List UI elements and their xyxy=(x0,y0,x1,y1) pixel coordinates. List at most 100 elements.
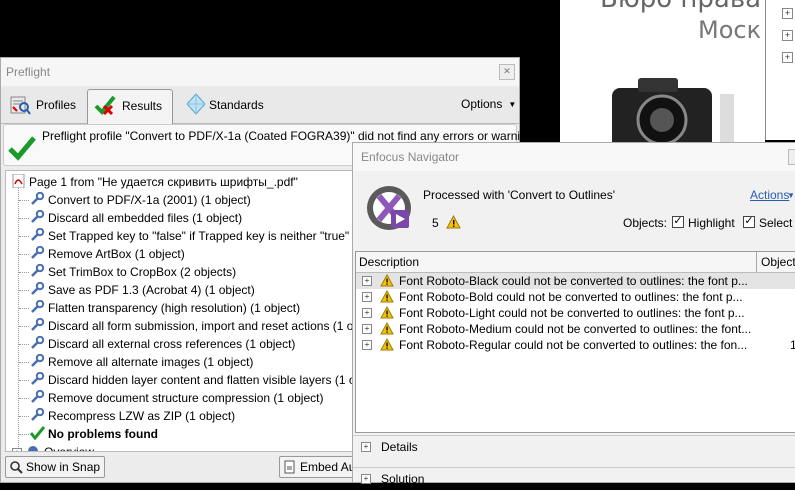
row-description: Font Roboto-Regular could not be convert… xyxy=(399,338,748,352)
tree-item[interactable]: Flatten transparency (high resolution) (… xyxy=(30,299,300,317)
triangle-down-icon[interactable]: ▼ xyxy=(787,191,795,200)
close-icon[interactable] xyxy=(788,149,795,165)
select-checkbox[interactable]: ✓ xyxy=(743,216,755,228)
details-label: Details xyxy=(381,440,418,454)
banner-text: Preflight profile "Convert to PDF/X-1a (… xyxy=(42,129,540,143)
tree-item-label: Remove all alternate images (1 object) xyxy=(48,355,254,369)
tree-item[interactable]: Discard all external cross references (1… xyxy=(30,335,295,353)
expand-icon[interactable]: + xyxy=(362,324,372,334)
expand-icon[interactable]: + xyxy=(361,474,371,484)
tree-item[interactable]: Set Trapped key to "false" if Trapped ke… xyxy=(30,227,407,245)
tab-profiles[interactable]: Profiles xyxy=(3,89,83,121)
tree-item-overview[interactable]: + Overview xyxy=(12,443,94,451)
warning-icon xyxy=(380,274,394,287)
tree-item-label: Set TrimBox to CropBox (2 objects) xyxy=(48,265,237,279)
details-section[interactable]: + Details xyxy=(353,435,795,458)
tree-guide xyxy=(19,272,29,273)
table-header: Description Objects xyxy=(356,252,795,273)
wrench-icon xyxy=(31,390,45,403)
preview-text-1: Бюро права xyxy=(600,0,761,14)
expand-icon[interactable]: + xyxy=(12,448,22,451)
table-row[interactable]: + Font Roboto-Regular could not be conver… xyxy=(356,337,795,353)
triangle-down-icon: ▼ xyxy=(508,100,517,110)
expand-icon[interactable]: + xyxy=(362,292,372,302)
highlight-checkbox[interactable]: ✓ xyxy=(672,216,684,228)
preview-text-2: Моск xyxy=(698,16,762,44)
tree-item[interactable]: Discard all form submission, import and … xyxy=(30,317,383,335)
expand-icon[interactable]: + xyxy=(782,30,793,41)
warning-icon xyxy=(380,338,394,351)
results-table: Description Objects + Font Roboto-Black c… xyxy=(355,251,795,433)
wrench-icon xyxy=(31,246,45,259)
tree-guide xyxy=(19,416,29,417)
tree-item[interactable]: Discard all embedded files (1 object) xyxy=(30,209,242,227)
select-label: Select xyxy=(759,216,793,230)
wrench-icon xyxy=(31,192,45,205)
tree-guide xyxy=(19,218,29,219)
warning-icon xyxy=(446,215,461,229)
tree-item-label: Remove document structure compression (1… xyxy=(48,391,324,405)
tab-results[interactable]: Results xyxy=(87,89,173,124)
wrench-icon xyxy=(31,300,45,313)
warning-icon xyxy=(380,322,394,335)
background-tree-panel: + + + xyxy=(765,0,795,140)
tree-item[interactable]: Save as PDF 1.3 (Acrobat 4) (1 object) xyxy=(30,281,255,299)
embed-label: Embed Au xyxy=(300,460,356,474)
close-icon[interactable]: ✕ xyxy=(499,64,515,80)
table-row[interactable]: + Font Roboto-Light could not be converte… xyxy=(356,305,795,321)
tab-label: Standards xyxy=(209,98,264,112)
tab-standards[interactable]: Standards xyxy=(179,89,279,121)
row-objects: 1 xyxy=(790,337,795,353)
tree-item[interactable]: Remove all alternate images (1 object) xyxy=(30,353,253,371)
info-icon xyxy=(28,446,38,451)
tab-label: Results xyxy=(122,99,163,113)
tree-root-label: Page 1 from "Не удается скривить шрифты_… xyxy=(29,175,298,189)
tree-item[interactable]: Convert to PDF/X-1a (2001) (1 object) xyxy=(30,191,251,209)
table-row[interactable]: + Font Roboto-Bold could not be converted… xyxy=(356,289,795,305)
wrench-icon xyxy=(31,318,45,331)
row-description: Font Roboto-Light could not be converted… xyxy=(399,306,745,320)
column-header-description[interactable]: Description xyxy=(359,252,419,272)
show-in-snap-label: Show in Snap xyxy=(26,460,101,474)
show-in-snap-button[interactable]: Show in Snap xyxy=(5,456,106,478)
expand-icon[interactable]: + xyxy=(362,276,372,286)
expand-icon[interactable]: + xyxy=(361,442,371,452)
tree-guide xyxy=(19,380,29,381)
wrench-icon xyxy=(31,354,45,367)
expand-icon[interactable]: + xyxy=(362,308,372,318)
expand-icon[interactable]: + xyxy=(362,340,372,350)
tree-guide xyxy=(19,308,29,309)
tree-item-label: Flatten transparency (high resolution) (… xyxy=(48,301,301,315)
tree-item-label: Discard all embedded files (1 object) xyxy=(48,211,243,225)
actions-menu[interactable]: Actions xyxy=(750,188,789,202)
tree-item[interactable]: Remove document structure compression (1… xyxy=(30,389,323,407)
tree-guide xyxy=(19,236,29,237)
column-header-objects[interactable]: Objects xyxy=(756,252,795,272)
tree-item[interactable]: Recompress LZW as ZIP (1 object) xyxy=(30,407,235,425)
tree-guide xyxy=(18,187,19,449)
wrench-icon xyxy=(31,408,45,421)
profiles-icon xyxy=(10,96,31,115)
wrench-icon xyxy=(31,282,45,295)
tree-item-label: Convert to PDF/X-1a (2001) (1 object) xyxy=(48,193,251,207)
tree-item-label: Discard all form submission, import and … xyxy=(48,319,383,333)
row-description: Font Roboto-Medium could not be converte… xyxy=(399,322,752,336)
tree-item[interactable]: Discard hidden layer content and flatten… xyxy=(30,371,385,389)
expand-icon[interactable]: + xyxy=(782,52,793,63)
solution-section[interactable]: + Solution xyxy=(353,467,795,490)
checkmark-icon xyxy=(8,136,36,161)
preflight-title: Preflight xyxy=(1,58,519,86)
tree-item-label: Discard all external cross references (1… xyxy=(48,337,296,351)
options-menu[interactable]: Options ▼ xyxy=(461,97,516,111)
tree-item-label: Save as PDF 1.3 (Acrobat 4) (1 object) xyxy=(48,283,255,297)
objects-label: Objects: xyxy=(623,216,668,230)
tree-item[interactable]: Remove ArtBox (1 object) xyxy=(30,245,185,263)
table-row[interactable]: + Font Roboto-Black could not be converte… xyxy=(356,273,795,289)
table-row[interactable]: + Font Roboto-Medium could not be convert… xyxy=(356,321,795,337)
expand-icon[interactable]: + xyxy=(782,8,793,19)
tree-item-no-problems[interactable]: No problems found xyxy=(30,425,158,443)
tree-root[interactable]: Page 1 from "Не удается скривить шрифты_… xyxy=(11,173,298,191)
embed-button[interactable]: Embed Au xyxy=(279,456,361,478)
tree-item[interactable]: Set TrimBox to CropBox (2 objects) xyxy=(30,263,236,281)
row-description: Font Roboto-Black could not be converted… xyxy=(399,274,748,288)
